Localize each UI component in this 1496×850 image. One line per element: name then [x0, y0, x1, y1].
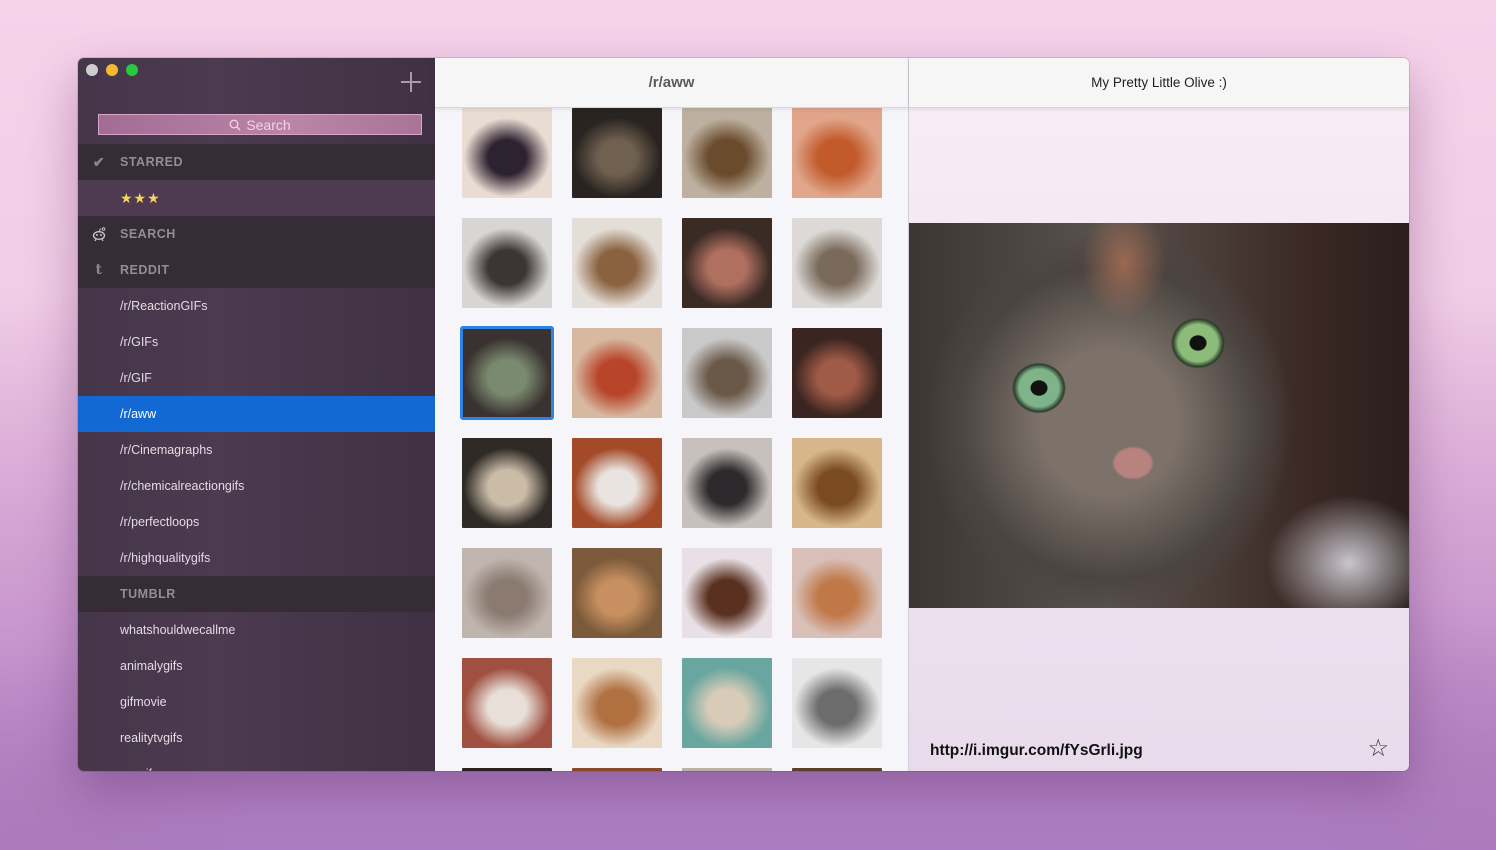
detail-pane: My Pretty Little Olive :) http://i.imgur… — [909, 58, 1409, 771]
section-label: STARRED — [120, 155, 183, 169]
sidebar-item-starred[interactable]: ★★★ — [78, 180, 435, 216]
thumbnail[interactable] — [682, 438, 772, 528]
thumbnail-pane: /r/aww — [435, 58, 909, 771]
item-label: /r/chemicalreactiongifs — [120, 479, 245, 493]
thumbnail[interactable] — [462, 548, 552, 638]
close-window-button[interactable] — [86, 64, 98, 76]
sidebar-item-mr-gif[interactable]: mr-gif — [78, 756, 435, 771]
sidebar-item-gif[interactable]: /r/GIF — [78, 360, 435, 396]
thumbnail[interactable] — [682, 218, 772, 308]
star-outline-icon[interactable]: ☆ — [1367, 734, 1389, 763]
item-label: /r/highqualitygifs — [120, 551, 211, 565]
section-label: TUMBLR — [120, 587, 176, 601]
thumbnail[interactable] — [572, 438, 662, 528]
app-window: Search ✔ STARRED ★★★ SEARCH t REDDIT /r/… — [78, 58, 1409, 771]
thumbnail[interactable] — [572, 328, 662, 418]
checkmark-icon: ✔ — [92, 153, 106, 170]
sidebar-item-gifmovie[interactable]: gifmovie — [78, 684, 435, 720]
thumbnail[interactable] — [462, 438, 552, 528]
thumbnail[interactable] — [572, 548, 662, 638]
window-controls — [86, 64, 138, 76]
sidebar-item-whatshouldwecallme[interactable]: whatshouldwecallme — [78, 612, 435, 648]
thumbnail[interactable] — [460, 326, 554, 420]
thumbnail[interactable] — [682, 548, 772, 638]
thumbnail-grid — [460, 108, 892, 771]
thumbnail[interactable] — [792, 438, 882, 528]
detail-image[interactable] — [909, 223, 1409, 608]
thumbnail[interactable] — [792, 768, 882, 771]
sidebar-item-realitytvgifs[interactable]: realitytvgifs — [78, 720, 435, 756]
thumbnail[interactable] — [462, 658, 552, 748]
item-label: whatshouldwecallme — [120, 623, 236, 637]
thumbnail[interactable] — [682, 768, 772, 771]
thumbnail[interactable] — [462, 768, 552, 771]
item-label: /r/perfectloops — [120, 515, 200, 529]
star-rating-icon: ★★★ — [120, 189, 161, 206]
thumbnail[interactable] — [462, 218, 552, 308]
item-label: /r/aww — [120, 406, 157, 421]
thumbnail[interactable] — [572, 108, 662, 198]
item-label: /r/Cinemagraphs — [120, 443, 213, 457]
thumbnail[interactable] — [572, 218, 662, 308]
minimize-window-button[interactable] — [106, 64, 118, 76]
thumbnail[interactable] — [572, 768, 662, 771]
magnifier-icon — [229, 119, 241, 130]
detail-toolbar: My Pretty Little Olive :) — [909, 58, 1409, 108]
section-header-starred[interactable]: ✔ STARRED — [78, 144, 435, 180]
item-label: /r/ReactionGIFs — [120, 299, 208, 313]
sidebar-item-animalygifs[interactable]: animalygifs — [78, 648, 435, 684]
item-label: gifmovie — [120, 695, 167, 709]
thumbnail[interactable] — [792, 328, 882, 418]
item-label: /r/GIFs — [120, 335, 159, 349]
sidebar-item-cinemagraphs[interactable]: /r/Cinemagraphs — [78, 432, 435, 468]
image-url[interactable]: http://i.imgur.com/fYsGrli.jpg — [930, 742, 1143, 760]
search-placeholder: Search — [246, 116, 291, 133]
tumblr-icon: t — [95, 262, 103, 278]
plus-icon[interactable] — [401, 72, 421, 92]
sidebar-nav: ✔ STARRED ★★★ SEARCH t REDDIT /r/Reactio… — [78, 144, 435, 771]
thumbnail[interactable] — [572, 658, 662, 748]
sidebar-item-chemicalreactiongifs[interactable]: /r/chemicalreactiongifs — [78, 468, 435, 504]
thumbnail[interactable] — [792, 218, 882, 308]
thumbnail[interactable] — [682, 108, 772, 198]
sidebar-item-reactiongifs[interactable]: /r/ReactionGIFs — [78, 288, 435, 324]
section-label: REDDIT — [120, 263, 170, 277]
sidebar-item-perfectloops[interactable]: /r/perfectloops — [78, 504, 435, 540]
section-header-reddit[interactable]: t REDDIT — [78, 252, 435, 288]
section-label: SEARCH — [120, 227, 176, 241]
search-input[interactable]: Search — [98, 114, 422, 135]
sidebar: Search ✔ STARRED ★★★ SEARCH t REDDIT /r/… — [78, 58, 435, 771]
reddit-alien-icon — [78, 226, 120, 242]
item-label: realitytvgifs — [120, 731, 183, 745]
thumbnail[interactable] — [682, 328, 772, 418]
section-header-search[interactable]: SEARCH — [78, 216, 435, 252]
grid-title: /r/aww — [648, 74, 695, 91]
maximize-window-button[interactable] — [126, 64, 138, 76]
grid-toolbar: /r/aww — [435, 58, 908, 108]
thumbnail[interactable] — [792, 108, 882, 198]
thumbnail[interactable] — [462, 108, 552, 198]
thumbnail[interactable] — [792, 658, 882, 748]
item-label: animalygifs — [120, 659, 183, 673]
sidebar-item-highqualitygifs[interactable]: /r/highqualitygifs — [78, 540, 435, 576]
detail-title: My Pretty Little Olive :) — [1091, 75, 1227, 90]
item-label: mr-gif — [120, 767, 152, 771]
thumbnail[interactable] — [792, 548, 882, 638]
section-header-tumblr[interactable]: TUMBLR — [78, 576, 435, 612]
item-label: /r/GIF — [120, 371, 152, 385]
thumbnail[interactable] — [682, 658, 772, 748]
sidebar-item-aww[interactable]: /r/aww — [78, 396, 435, 432]
sidebar-item-gifs[interactable]: /r/GIFs — [78, 324, 435, 360]
